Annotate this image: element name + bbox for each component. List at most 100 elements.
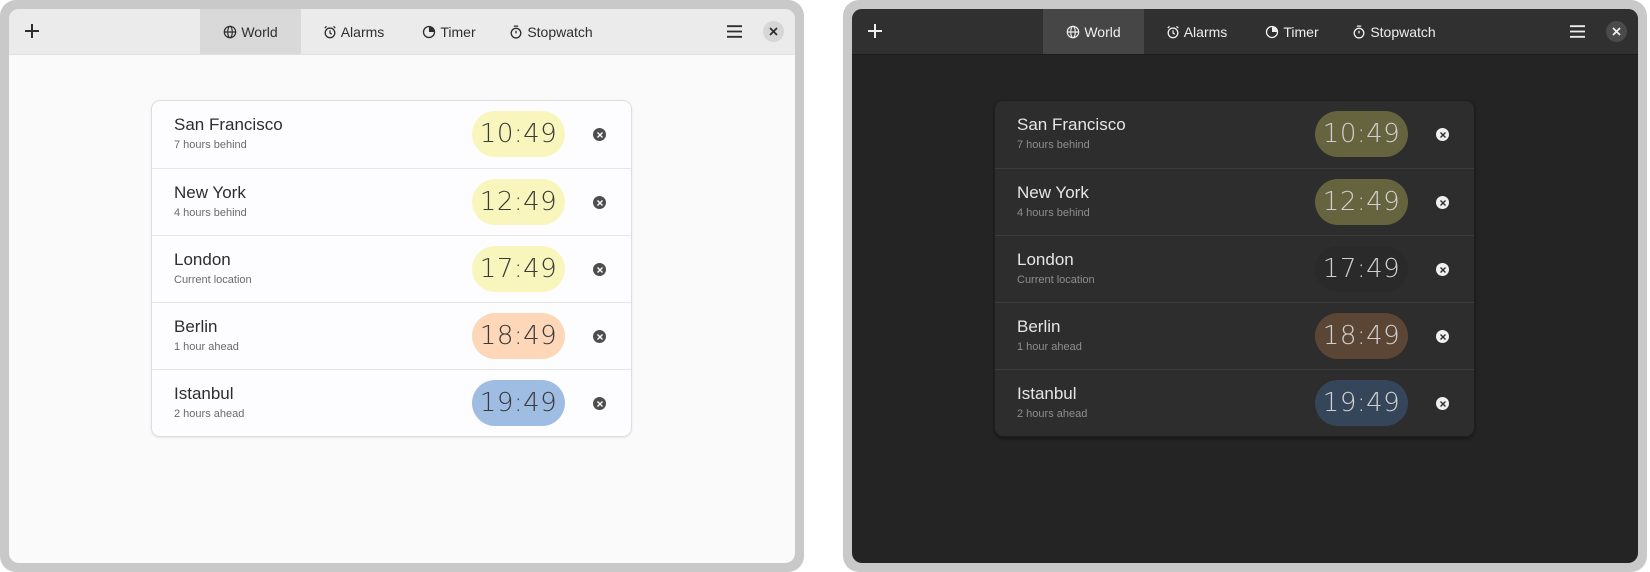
globe-icon [224,25,237,38]
time-offset: Current location [174,274,252,286]
remove-clock-button[interactable] [593,397,606,410]
tab-timer-label: Timer [1283,23,1319,40]
tab-stopwatch-label: Stopwatch [1370,23,1436,40]
dark-window: World Alarms Timer Stopwatch San Francis… [843,0,1647,572]
stopwatch-icon [1353,24,1365,39]
time-pill: 19:49 [472,380,565,426]
time-pill: 19:49 [1315,380,1408,426]
hamburger-menu-icon [1569,24,1585,38]
main-menu-button[interactable] [1566,20,1588,42]
time-offset: 1 hour ahead [174,341,239,353]
time-offset: 4 hours behind [174,207,247,219]
clock-row-istanbul[interactable]: Istanbul 2 hours ahead 19:49 [152,369,631,436]
city-name: Berlin [1017,317,1061,336]
tab-alarms-label: Alarms [340,23,385,40]
remove-clock-button[interactable] [1436,397,1449,410]
light-window: World Alarms Timer Stopwatch San Francis… [0,0,804,572]
tab-alarms-label: Alarms [1183,23,1228,40]
city-name: Istanbul [174,384,234,403]
tab-world[interactable]: World [200,9,301,54]
main-menu-button[interactable] [723,20,745,42]
city-name: London [1017,250,1074,269]
tab-alarms[interactable]: Alarms [301,9,406,54]
time-offset: 2 hours ahead [174,408,245,420]
time-pill: 17:49 [472,246,565,292]
remove-circle-icon [596,400,603,407]
tab-timer-label: Timer [440,23,476,40]
close-icon [1612,27,1621,36]
time-pill: 10:49 [1315,111,1408,157]
tab-timer[interactable]: Timer [406,9,492,54]
city-name: San Francisco [1017,115,1126,134]
close-icon [769,27,778,36]
remove-clock-button[interactable] [593,263,606,276]
time-offset: 7 hours behind [1017,139,1090,151]
headerbar: World Alarms Timer Stopwatch [9,9,795,55]
alarm-clock-icon [324,25,336,38]
remove-circle-icon [596,266,603,273]
time-offset: 1 hour ahead [1017,341,1082,353]
tab-stopwatch[interactable]: Stopwatch [492,9,610,54]
remove-circle-icon [1439,266,1446,273]
clock-row-san-francisco[interactable]: San Francisco 7 hours behind 10:49 [152,101,631,168]
time-offset: 2 hours ahead [1017,408,1088,420]
remove-clock-button[interactable] [1436,196,1449,209]
time-pill: 10:49 [472,111,565,157]
time-pill: 12:49 [1315,179,1408,225]
tab-timer[interactable]: Timer [1249,9,1335,54]
globe-icon [1067,25,1080,38]
headerbar: World Alarms Timer Stopwatch [852,9,1638,55]
time-offset: 4 hours behind [1017,207,1090,219]
add-clock-button[interactable] [19,18,45,44]
city-name: New York [174,183,246,202]
remove-circle-icon [1439,400,1446,407]
dark-window-content: World Alarms Timer Stopwatch San Francis… [852,9,1638,563]
clock-row-london[interactable]: London Current location 17:49 [995,235,1474,302]
remove-circle-icon [1439,199,1446,206]
clock-row-new-york[interactable]: New York 4 hours behind 12:49 [995,168,1474,235]
remove-clock-button[interactable] [1436,263,1449,276]
clock-row-london[interactable]: London Current location 17:49 [152,235,631,302]
city-name: San Francisco [174,115,283,134]
tab-world[interactable]: World [1043,9,1144,54]
remove-clock-button[interactable] [1436,128,1449,141]
time-offset: 7 hours behind [174,139,247,151]
stopwatch-icon [510,24,522,39]
remove-clock-button[interactable] [593,330,606,343]
alarm-clock-icon [1167,25,1179,38]
plus-icon [25,24,39,38]
time-pill: 17:49 [1315,246,1408,292]
remove-clock-button[interactable] [1436,330,1449,343]
add-clock-button[interactable] [862,18,888,44]
timer-icon [1266,25,1279,38]
tab-stopwatch-label: Stopwatch [527,23,593,40]
world-clock-list: San Francisco 7 hours behind 10:49 New Y… [994,100,1475,437]
tab-alarms[interactable]: Alarms [1144,9,1249,54]
tab-world-label: World [241,23,278,40]
remove-clock-button[interactable] [593,196,606,209]
remove-clock-button[interactable] [593,128,606,141]
world-clock-list: San Francisco 7 hours behind 10:49 New Y… [151,100,632,437]
city-name: London [174,250,231,269]
time-pill: 12:49 [472,179,565,225]
time-pill: 18:49 [1315,313,1408,359]
city-name: New York [1017,183,1089,202]
time-pill: 18:49 [472,313,565,359]
clock-row-berlin[interactable]: Berlin 1 hour ahead 18:49 [995,302,1474,369]
city-name: Istanbul [1017,384,1077,403]
view-switcher: World Alarms Timer Stopwatch [200,9,610,54]
tab-world-label: World [1084,23,1121,40]
clock-row-berlin[interactable]: Berlin 1 hour ahead 18:49 [152,302,631,369]
clock-row-san-francisco[interactable]: San Francisco 7 hours behind 10:49 [995,101,1474,168]
clock-row-new-york[interactable]: New York 4 hours behind 12:49 [152,168,631,235]
clock-row-istanbul[interactable]: Istanbul 2 hours ahead 19:49 [995,369,1474,436]
tab-stopwatch[interactable]: Stopwatch [1335,9,1453,54]
time-offset: Current location [1017,274,1095,286]
hamburger-menu-icon [726,24,742,38]
close-window-button[interactable] [1606,21,1627,42]
remove-circle-icon [596,131,603,138]
close-window-button[interactable] [763,21,784,42]
remove-circle-icon [596,199,603,206]
city-name: Berlin [174,317,218,336]
timer-icon [423,25,436,38]
